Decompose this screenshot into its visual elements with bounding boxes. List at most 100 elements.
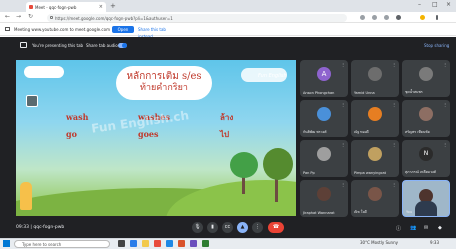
puzzle-icon[interactable] <box>396 15 401 20</box>
participant-name: กันติพัฒ พรวงศ์ <box>303 130 327 134</box>
share-audio-label: Share tab audio <box>86 43 118 48</box>
back-icon[interactable]: ← <box>5 13 10 20</box>
people-icon[interactable]: 👥 <box>410 225 416 231</box>
presenting-banner: You're presenting this tab Share tab aud… <box>0 37 456 55</box>
end-call-icon[interactable]: ☎ <box>268 222 284 233</box>
more-options-icon[interactable]: ⋮ <box>443 102 447 107</box>
more-options-icon[interactable]: ⋮ <box>443 62 447 67</box>
stop-sharing-button[interactable]: Stop sharing <box>424 43 449 48</box>
teams-icon[interactable] <box>190 240 197 247</box>
meeting-time: 09:33 <box>16 225 29 230</box>
avatar <box>368 67 382 81</box>
more-options-icon[interactable]: ⋮ <box>392 62 396 67</box>
tree-crown <box>230 152 258 178</box>
word-s-form-2: goes <box>138 129 159 139</box>
participant-name: You <box>406 210 413 214</box>
avatar <box>317 187 331 201</box>
word-thai-2: ไป <box>220 129 230 139</box>
more-options-icon[interactable]: ⋮ <box>341 62 345 67</box>
participant-tile[interactable]: ⋮ Yamid Unna <box>351 60 399 97</box>
browser-tab[interactable]: Meet - qqc-fogn-pwb × <box>26 2 106 12</box>
extension-icon[interactable] <box>372 15 377 20</box>
close-window-icon[interactable]: × <box>446 1 451 8</box>
new-tab-icon[interactable]: + <box>110 2 116 10</box>
tab-title: Meet - qqc-fogn-pwb <box>35 5 77 10</box>
cloud-shape <box>24 66 64 78</box>
info-icon[interactable]: ⓘ <box>396 225 401 232</box>
open-button[interactable]: Open <box>112 26 134 33</box>
presenting-text: You're presenting this tab <box>32 43 84 48</box>
word-base-2: go <box>66 129 77 139</box>
self-view-tile[interactable]: You <box>402 180 450 217</box>
camera-icon[interactable]: ▮ <box>207 222 218 233</box>
taskbar-search-input[interactable]: Type here to search <box>14 240 110 248</box>
participant-tile[interactable]: ⋮ Jiraphat Wannarat <box>300 180 348 217</box>
weather-widget[interactable]: 30°C Mostly Sunny <box>360 240 398 245</box>
lock-icon <box>50 16 53 19</box>
more-options-icon[interactable]: ⋮ <box>392 182 396 187</box>
participant-tile[interactable]: A ⋮ Anson Phongchan <box>300 60 348 97</box>
avatar: N <box>419 147 433 161</box>
more-options-icon[interactable]: ⋮ <box>341 142 345 147</box>
shared-slide: Fun English หลักการเติม s/es ท้ายคำกริยา… <box>16 60 296 216</box>
forward-icon[interactable]: → <box>16 13 21 20</box>
more-options-icon[interactable]: ⋮ <box>341 102 345 107</box>
mic-icon[interactable]: 🎙 <box>192 222 203 233</box>
participant-name: ชุดน้ำสมพร <box>405 90 423 94</box>
excel-icon[interactable] <box>202 240 209 247</box>
tree-crown <box>263 148 293 180</box>
menu-icon[interactable] <box>436 15 438 20</box>
participant-tile[interactable]: N ⋮ สุภาภรณ์ เหลียมวงศ์ <box>402 140 450 177</box>
participant-tile[interactable]: ⋮ สรัญพร เทียนชัย <box>402 100 450 137</box>
participant-name: ณิช ใจดี <box>354 210 367 214</box>
extension-icon[interactable] <box>360 15 365 20</box>
avatar <box>317 107 331 121</box>
system-clock[interactable]: 9:33 <box>430 240 439 245</box>
participant-tile[interactable]: ⋮ ชุดน้ำสมพร <box>402 60 450 97</box>
chrome-icon[interactable] <box>154 240 161 247</box>
word-base-1: wash <box>66 112 89 122</box>
participant-tile[interactable]: ⋮ Pimpa wanyingcat <box>351 140 399 177</box>
avatar <box>317 147 331 161</box>
screen-share-icon <box>5 27 10 31</box>
activities-icon[interactable]: ◆ <box>438 225 442 231</box>
more-icon[interactable]: ⋮ <box>252 222 263 233</box>
meeting-code: qqc-fogn-pwb <box>33 225 65 230</box>
file-explorer-icon[interactable] <box>142 240 149 247</box>
profile-avatar[interactable] <box>420 15 425 20</box>
powerpoint-icon[interactable] <box>178 240 185 247</box>
word-thai-1: ล้าง <box>220 112 234 122</box>
more-options-icon[interactable]: ⋮ <box>341 182 345 187</box>
participant-tile[interactable]: ⋮ ณิช ใจดี <box>351 180 399 217</box>
reload-icon[interactable]: ↻ <box>28 13 33 20</box>
avatar: A <box>317 67 331 81</box>
more-options-icon[interactable]: ⋮ <box>443 142 447 147</box>
close-tab-icon[interactable]: × <box>99 4 103 10</box>
maximize-icon[interactable]: □ <box>432 1 438 8</box>
minimize-icon[interactable]: – <box>418 1 421 8</box>
participant-name: สุภาภรณ์ เหลียมวงศ์ <box>405 170 436 174</box>
participant-tile[interactable]: ⋮ ณัฐ ทองดี <box>351 100 399 137</box>
slide-title-line1: หลักการเติม s/es <box>126 71 202 82</box>
captions-icon[interactable]: cc <box>222 222 233 233</box>
slide-title-line2: ท้ายคำกริยา <box>140 83 188 93</box>
participant-tile[interactable]: ⋮ Pan Pp <box>300 140 348 177</box>
self-video-body <box>415 201 437 216</box>
share-audio-toggle[interactable] <box>118 43 127 48</box>
word-icon[interactable] <box>166 240 173 247</box>
infobar-text: Meeting www.youtube.com to meet.google.c… <box>14 27 110 32</box>
task-view-icon[interactable] <box>118 240 125 247</box>
edge-icon[interactable] <box>130 240 137 247</box>
windows-start-icon[interactable] <box>3 240 10 247</box>
share-tab-button[interactable]: Share this tab instead <box>138 26 180 39</box>
url-field[interactable]: https://meet.google.com/qqc-fogn-pwb?pli… <box>47 14 347 22</box>
participant-name: สรัญพร เทียนชัย <box>405 130 430 134</box>
extension-icon[interactable] <box>384 15 389 20</box>
more-options-icon[interactable]: ⋮ <box>392 142 396 147</box>
meet-favicon-icon <box>29 5 33 9</box>
chat-icon[interactable]: ✉ <box>424 225 428 231</box>
present-icon[interactable]: ▲ <box>237 222 248 233</box>
url-text: https://meet.google.com/qqc-fogn-pwb?pli… <box>55 16 173 21</box>
more-options-icon[interactable]: ⋮ <box>392 102 396 107</box>
participant-tile[interactable]: ⋮ กันติพัฒ พรวงศ์ <box>300 100 348 137</box>
